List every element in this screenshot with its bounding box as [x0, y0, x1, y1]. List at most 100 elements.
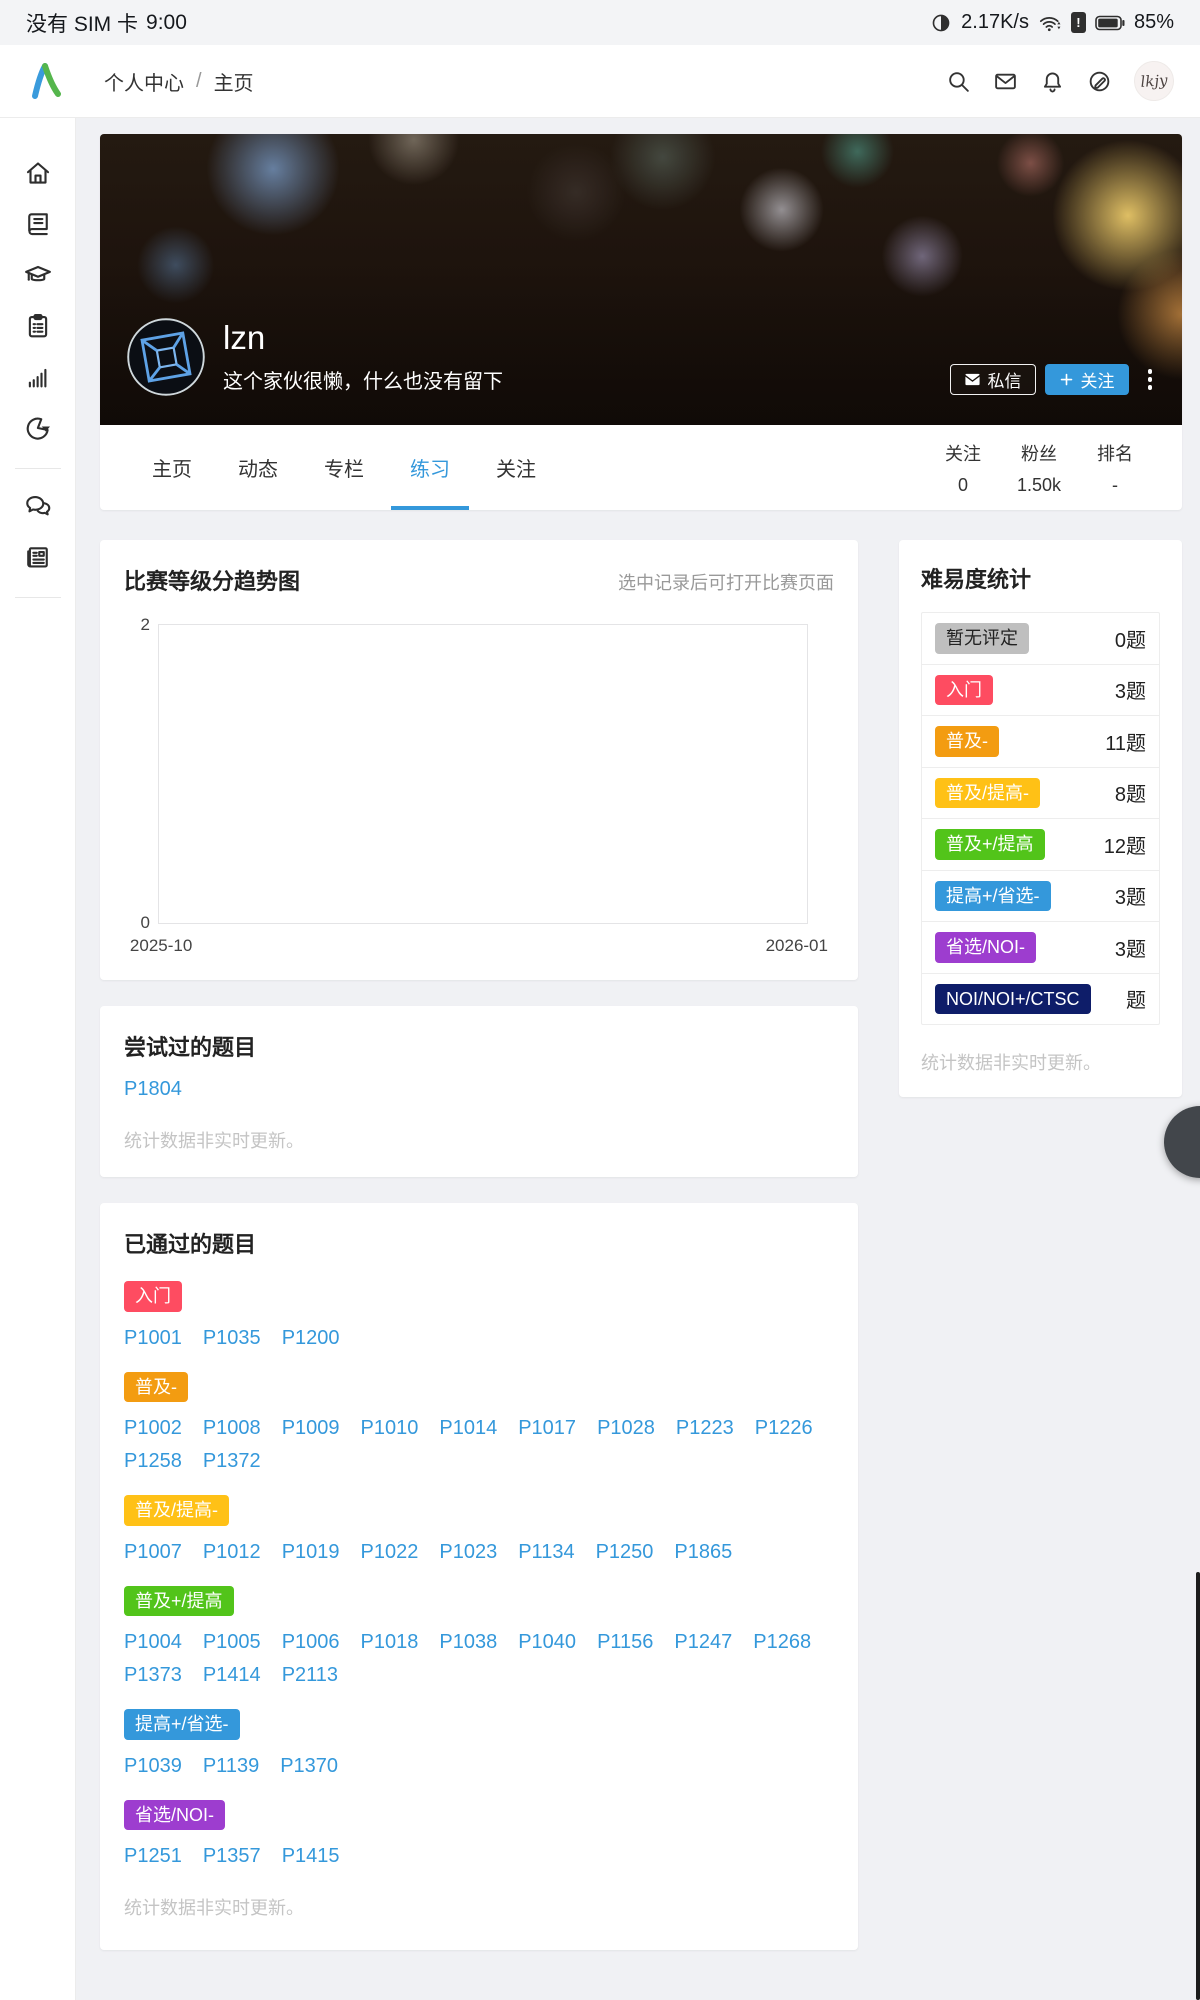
bell-icon[interactable]: [1040, 69, 1065, 94]
tab-home[interactable]: 主页: [148, 425, 196, 510]
clock-text: 9:00: [146, 10, 187, 34]
sidebar: [0, 118, 76, 2000]
difficulty-count: 3题: [1114, 887, 1146, 910]
problem-link[interactable]: P1028: [597, 1417, 655, 1440]
problem-link[interactable]: P1018: [361, 1631, 419, 1654]
x-axis-tick-start: 2025-10: [129, 936, 193, 955]
problem-link[interactable]: P1251: [124, 1845, 182, 1868]
problem-link[interactable]: P1357: [203, 1845, 261, 1868]
problem-link[interactable]: P1002: [124, 1417, 182, 1440]
problem-link[interactable]: P1006: [282, 1631, 340, 1654]
rating-chart-plot[interactable]: [158, 624, 808, 924]
tab-articles[interactable]: 专栏: [320, 425, 368, 510]
sidebar-divider: [14, 597, 61, 598]
passed-problems-card: 已通过的题目 入门 P1001 P1035 P1200 普及- P1002 P1008…: [100, 1203, 858, 1950]
problem-link[interactable]: P1014: [439, 1417, 497, 1440]
problem-link[interactable]: P1370: [280, 1755, 338, 1778]
problem-link[interactable]: P1226: [755, 1417, 813, 1440]
problem-link[interactable]: P1223: [676, 1417, 734, 1440]
difficulty-tag: 普及-: [935, 726, 999, 757]
problem-link[interactable]: P1134: [518, 1541, 574, 1564]
sidebar-item-discuss[interactable]: [19, 487, 57, 525]
user-avatar[interactable]: lkjy: [1132, 59, 1176, 103]
difficulty-count: 3题: [1114, 938, 1146, 961]
difficulty-tag: 普及-: [124, 1371, 188, 1402]
difficulty-tag: 普及+/提高: [935, 829, 1045, 860]
problem-link[interactable]: P1414: [203, 1664, 261, 1687]
problem-link[interactable]: P1005: [203, 1631, 261, 1654]
tab-practice[interactable]: 练习: [406, 425, 454, 510]
pencil-circle-icon[interactable]: [1087, 69, 1112, 94]
problem-link[interactable]: P1010: [361, 1417, 419, 1440]
scrollbar-thumb[interactable]: [1196, 1572, 1200, 2000]
sidebar-item-problems[interactable]: [19, 205, 57, 243]
profile-stats: 关注 0 粉丝 1.50k 排名 -: [940, 440, 1138, 496]
problem-link[interactable]: P1268: [753, 1631, 811, 1654]
problem-link[interactable]: P1865: [674, 1541, 732, 1564]
sidebar-item-statistics[interactable]: [19, 409, 57, 447]
problem-link[interactable]: P1156: [597, 1631, 653, 1654]
profile-avatar: [127, 318, 205, 396]
problem-link[interactable]: P1250: [596, 1541, 654, 1564]
problem-link[interactable]: P1004: [124, 1631, 182, 1654]
sidebar-item-ranking[interactable]: [19, 358, 57, 396]
difficulty-tag: 省选/NOI-: [124, 1799, 225, 1830]
battery-percent-text: 85%: [1133, 11, 1174, 33]
tab-following[interactable]: 关注: [492, 425, 540, 510]
difficulty-tag: 提高+/省选-: [124, 1709, 240, 1740]
carrier-text: 没有 SIM 卡: [26, 12, 139, 36]
breadcrumb-section[interactable]: 个人中心: [104, 67, 184, 96]
battery-icon: [1095, 15, 1125, 31]
tab-activity[interactable]: 动态: [234, 425, 282, 510]
breadcrumb-page: 主页: [213, 72, 254, 95]
sidebar-item-articles[interactable]: [19, 538, 57, 576]
stats-disclaimer: 统计数据非实时更新。: [124, 1898, 304, 1918]
problem-link[interactable]: P1019: [282, 1541, 340, 1564]
stat-item[interactable]: 关注 0: [940, 440, 986, 496]
search-icon[interactable]: [946, 69, 971, 94]
problem-link[interactable]: P1039: [124, 1755, 182, 1778]
difficulty-row: NOI/NOI+/CTSC 题: [922, 974, 1159, 1025]
problem-link[interactable]: P1038: [439, 1631, 497, 1654]
problem-link[interactable]: P1373: [124, 1664, 182, 1687]
sidebar-item-training[interactable]: [19, 256, 57, 294]
difficulty-tag: 普及+/提高: [124, 1585, 234, 1616]
stat-item[interactable]: 粉丝 1.50k: [1016, 440, 1062, 496]
plus-icon: [1060, 373, 1072, 386]
problem-link[interactable]: P1040: [518, 1631, 576, 1654]
x-axis-tick-end: 2026-01: [765, 936, 828, 955]
problem-link[interactable]: P1009: [282, 1417, 340, 1440]
wifi-icon: [1038, 12, 1062, 34]
problem-link[interactable]: P1022: [361, 1541, 419, 1564]
problem-link[interactable]: P1008: [203, 1417, 261, 1440]
stat-item[interactable]: 排名 -: [1092, 440, 1138, 496]
problem-link[interactable]: P1001: [124, 1327, 182, 1350]
problem-link[interactable]: P2113: [282, 1664, 338, 1687]
problem-link[interactable]: P1139: [203, 1755, 259, 1778]
problem-link[interactable]: P1372: [203, 1450, 261, 1473]
mail-icon[interactable]: [993, 69, 1018, 94]
difficulty-row: 省选/NOI- 3题: [922, 922, 1159, 974]
problem-link[interactable]: P1247: [674, 1631, 732, 1654]
problem-link[interactable]: P1017: [518, 1417, 576, 1440]
difficulty-group: 普及+/提高 P1004 P1005 P1006 P1018 P1038 P1040 P11…: [124, 1585, 834, 1688]
luogu-logo[interactable]: [28, 61, 64, 101]
problem-link[interactable]: P1007: [124, 1541, 182, 1564]
problem-link[interactable]: P1035: [203, 1327, 261, 1350]
problem-link[interactable]: P1804: [124, 1078, 182, 1101]
problem-link[interactable]: P1415: [282, 1845, 340, 1868]
sidebar-divider: [14, 468, 61, 469]
rating-chart: 2 0 2025-10 2026-01: [124, 615, 828, 956]
pie-chart-icon: [26, 417, 50, 440]
profile-tabs: 主页 动态 专栏 练习 关注 关注 0 粉丝 1.50k 排名 -: [100, 425, 1182, 510]
problem-link[interactable]: P1258: [124, 1450, 182, 1473]
message-button[interactable]: 私信: [949, 364, 1036, 395]
problem-link[interactable]: P1023: [439, 1541, 497, 1564]
breadcrumb-separator: /: [196, 69, 202, 92]
follow-button[interactable]: 关注: [1044, 364, 1129, 395]
more-options-icon[interactable]: [1147, 369, 1152, 390]
problem-link[interactable]: P1200: [282, 1327, 340, 1350]
sidebar-item-contests[interactable]: [19, 307, 57, 345]
sidebar-item-home[interactable]: [19, 154, 57, 192]
problem-link[interactable]: P1012: [203, 1541, 261, 1564]
